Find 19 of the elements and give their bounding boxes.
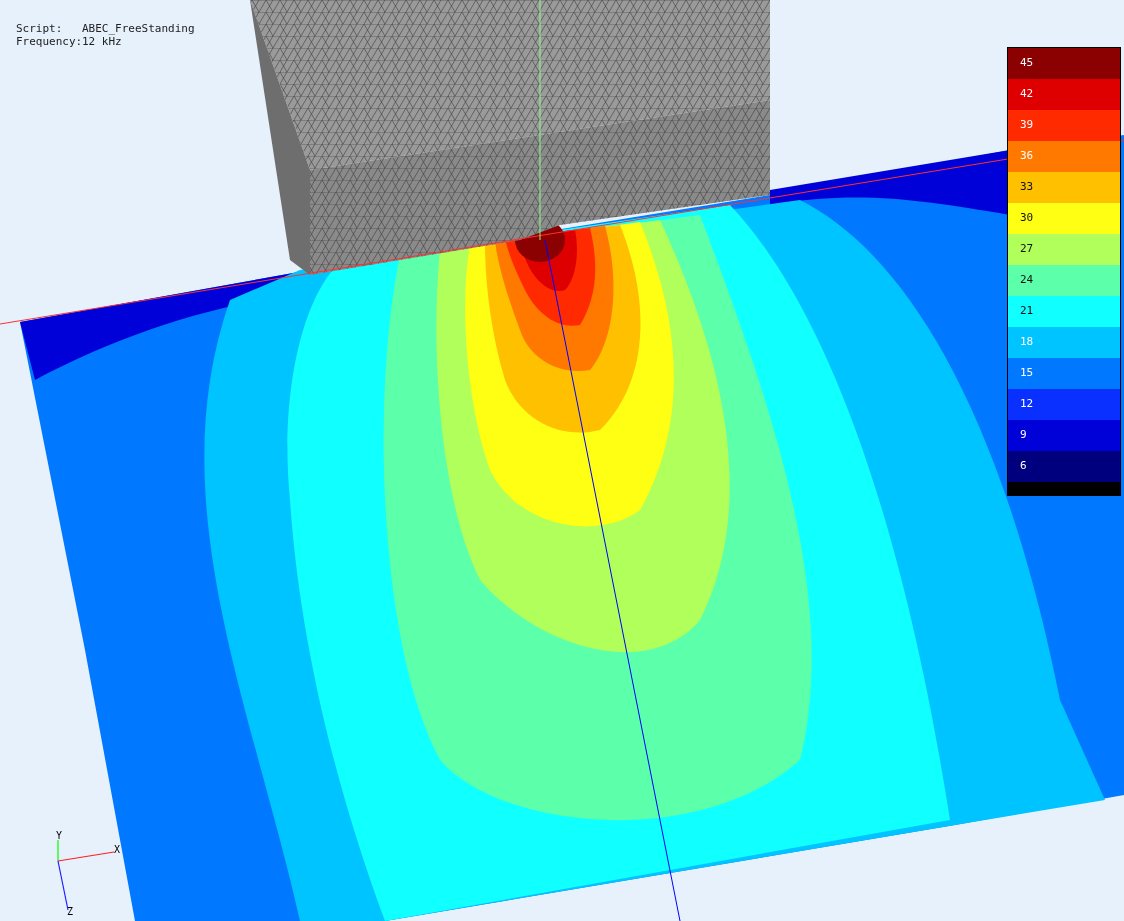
legend-label: 24 <box>1020 272 1034 289</box>
info-label: Frequency: <box>16 35 82 48</box>
legend-label: 36 <box>1020 148 1034 165</box>
legend-label: 12 <box>1020 396 1034 413</box>
legend-label: 15 <box>1020 365 1034 382</box>
legend-label: 27 <box>1020 241 1034 258</box>
info-label: Script: <box>16 22 64 35</box>
axis-triad-drawing: Y X Z <box>55 830 125 917</box>
legend-label: 18 <box>1020 334 1034 351</box>
legend-label: 42 <box>1020 86 1034 103</box>
info-value: 12 kHz <box>82 35 122 48</box>
legend-label: 6 <box>1020 458 1027 475</box>
legend-label: 9 <box>1020 427 1027 444</box>
legend-label: 21 <box>1020 303 1034 320</box>
legend-label: 39 <box>1020 117 1034 134</box>
legend-label: 45 <box>1020 55 1034 72</box>
legend-label: 33 <box>1020 179 1034 196</box>
info-value: ABEC_FreeStanding <box>82 22 195 35</box>
legend-label: 30 <box>1020 210 1034 227</box>
